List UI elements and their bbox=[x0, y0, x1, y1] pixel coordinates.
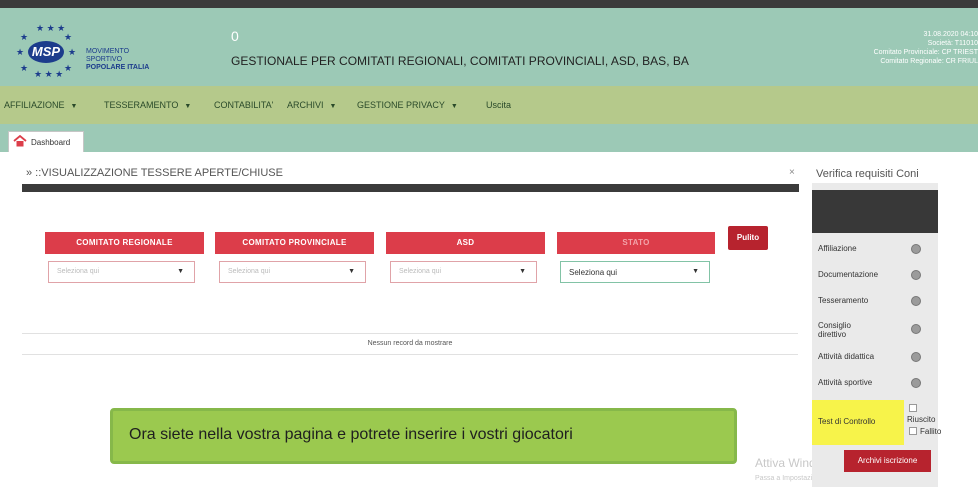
select-comitato-regionale[interactable]: Seleziona qui ▼ bbox=[48, 261, 195, 283]
filter-header-stato: STATO bbox=[557, 232, 715, 254]
select-stato[interactable]: Seleziona qui ▼ bbox=[560, 261, 710, 283]
tutorial-callout: Ora siete nella vostra pagina e potrete … bbox=[110, 408, 737, 464]
select-value: Seleziona qui bbox=[57, 268, 100, 275]
requirement-consiglio-direttivo: Consiglio direttivo bbox=[818, 321, 851, 339]
nav-label: Uscita bbox=[486, 100, 512, 110]
status-dot-icon bbox=[911, 244, 921, 254]
caret-down-icon: ▼ bbox=[70, 103, 78, 110]
caret-down-icon: ▼ bbox=[692, 268, 699, 275]
nav-label: ARCHIVI bbox=[287, 100, 324, 110]
requirement-affiliazione: Affiliazione bbox=[818, 244, 857, 253]
empty-results-row: Nessun record da mostrare bbox=[22, 333, 798, 355]
option-riuscito-label: Riuscito bbox=[907, 415, 936, 424]
tab-label: Dashboard bbox=[31, 138, 71, 147]
caret-down-icon: ▼ bbox=[329, 103, 337, 110]
caret-down-icon: ▼ bbox=[450, 103, 458, 110]
select-value: Seleziona qui bbox=[228, 268, 271, 275]
nav-contabilita[interactable]: CONTABILITA' bbox=[214, 100, 273, 110]
status-dot-icon bbox=[911, 296, 921, 306]
main-nav: AFFILIAZIONE ▼ TESSERAMENTO ▼ CONTABILITA'… bbox=[0, 86, 978, 124]
tab-strip: Dashboard bbox=[0, 124, 978, 152]
select-comitato-provinciale[interactable]: Seleziona qui ▼ bbox=[219, 261, 366, 283]
logo-mark: MSP bbox=[28, 41, 64, 63]
caret-down-icon: ▼ bbox=[519, 268, 526, 275]
option-fallito-label: Fallito bbox=[920, 427, 942, 436]
session-provincial: Comitato Provinciale: CP TRIEST bbox=[873, 49, 978, 56]
select-asd[interactable]: Seleziona qui ▼ bbox=[390, 261, 537, 283]
notification-count: 0 bbox=[231, 28, 239, 44]
nav-affiliazione[interactable]: AFFILIAZIONE ▼ bbox=[4, 100, 77, 110]
select-value: Seleziona qui bbox=[569, 268, 618, 277]
nav-label: CONTABILITA' bbox=[214, 100, 274, 110]
status-dot-icon bbox=[911, 378, 921, 388]
nav-tesseramento[interactable]: TESSERAMENTO ▼ bbox=[104, 100, 191, 110]
nav-uscita[interactable]: Uscita bbox=[486, 100, 511, 110]
checkbox-riuscito[interactable] bbox=[909, 404, 917, 412]
requirement-tesseramento: Tesseramento bbox=[818, 296, 869, 305]
session-datetime: 31.08.2020 04:10 bbox=[923, 31, 978, 38]
panel-header-bar bbox=[22, 184, 799, 192]
nav-label: AFFILIAZIONE bbox=[4, 100, 65, 110]
caret-down-icon: ▼ bbox=[184, 103, 192, 110]
requirement-attivita-sportive: Attività sportive bbox=[818, 378, 873, 387]
msp-logo: ★ ★ ★ ★ ★ ★ ★ ★ ★ ★ ★ ★ MSP bbox=[16, 24, 76, 80]
requirement-documentazione: Documentazione bbox=[818, 270, 879, 279]
logo-line: MOVIMENTO bbox=[86, 48, 130, 55]
nav-label: GESTIONE PRIVACY bbox=[357, 100, 445, 110]
checkbox-fallito[interactable] bbox=[909, 427, 917, 435]
home-icon bbox=[13, 135, 27, 147]
logo-line: POPOLARE ITALIA bbox=[86, 64, 150, 71]
caret-down-icon: ▼ bbox=[348, 268, 355, 275]
requirements-panel-header bbox=[812, 190, 938, 233]
status-dot-icon bbox=[911, 270, 921, 280]
nav-gestione-privacy[interactable]: GESTIONE PRIVACY ▼ bbox=[357, 100, 458, 110]
tab-dashboard[interactable]: Dashboard bbox=[8, 131, 84, 152]
filter-header-comitato-regionale: COMITATO REGIONALE bbox=[45, 232, 204, 254]
app-title: GESTIONALE PER COMITATI REGIONALI, COMIT… bbox=[231, 54, 689, 68]
sidebar-title: Verifica requisiti Coni bbox=[816, 168, 919, 180]
reset-button[interactable]: Pulito bbox=[728, 226, 768, 250]
panel-title: » ::VISUALIZZAZIONE TESSERE APERTE/CHIUS… bbox=[26, 167, 283, 179]
session-info: 31.08.2020 04:10 Società: T11010 Comitat… bbox=[828, 30, 978, 66]
logo-line: SPORTIVO bbox=[86, 56, 123, 63]
top-dark-strip bbox=[0, 0, 978, 8]
logo-text: MOVIMENTO SPORTIVO POPOLARE ITALIA bbox=[86, 48, 166, 72]
test-di-controllo: Test di Controllo bbox=[812, 400, 904, 445]
nav-archivi[interactable]: ARCHIVI ▼ bbox=[287, 100, 336, 110]
select-value: Seleziona qui bbox=[399, 268, 442, 275]
status-dot-icon bbox=[911, 352, 921, 362]
close-icon[interactable]: × bbox=[789, 167, 795, 178]
session-regional: Comitato Regionale: CR FRIUL bbox=[880, 58, 978, 65]
session-society: Società: T11010 bbox=[927, 40, 978, 47]
caret-down-icon: ▼ bbox=[177, 268, 184, 275]
nav-label: TESSERAMENTO bbox=[104, 100, 179, 110]
archive-enrollment-button[interactable]: Archivi iscrizione bbox=[844, 450, 931, 472]
app-header: ★ ★ ★ ★ ★ ★ ★ ★ ★ ★ ★ ★ MSP MOVIMENTO SP… bbox=[0, 8, 978, 86]
status-dot-icon bbox=[911, 324, 921, 334]
filter-header-comitato-provinciale: COMITATO PROVINCIALE bbox=[215, 232, 374, 254]
requirement-attivita-didattica: Attività didattica bbox=[818, 352, 875, 361]
filter-header-asd: ASD bbox=[386, 232, 545, 254]
